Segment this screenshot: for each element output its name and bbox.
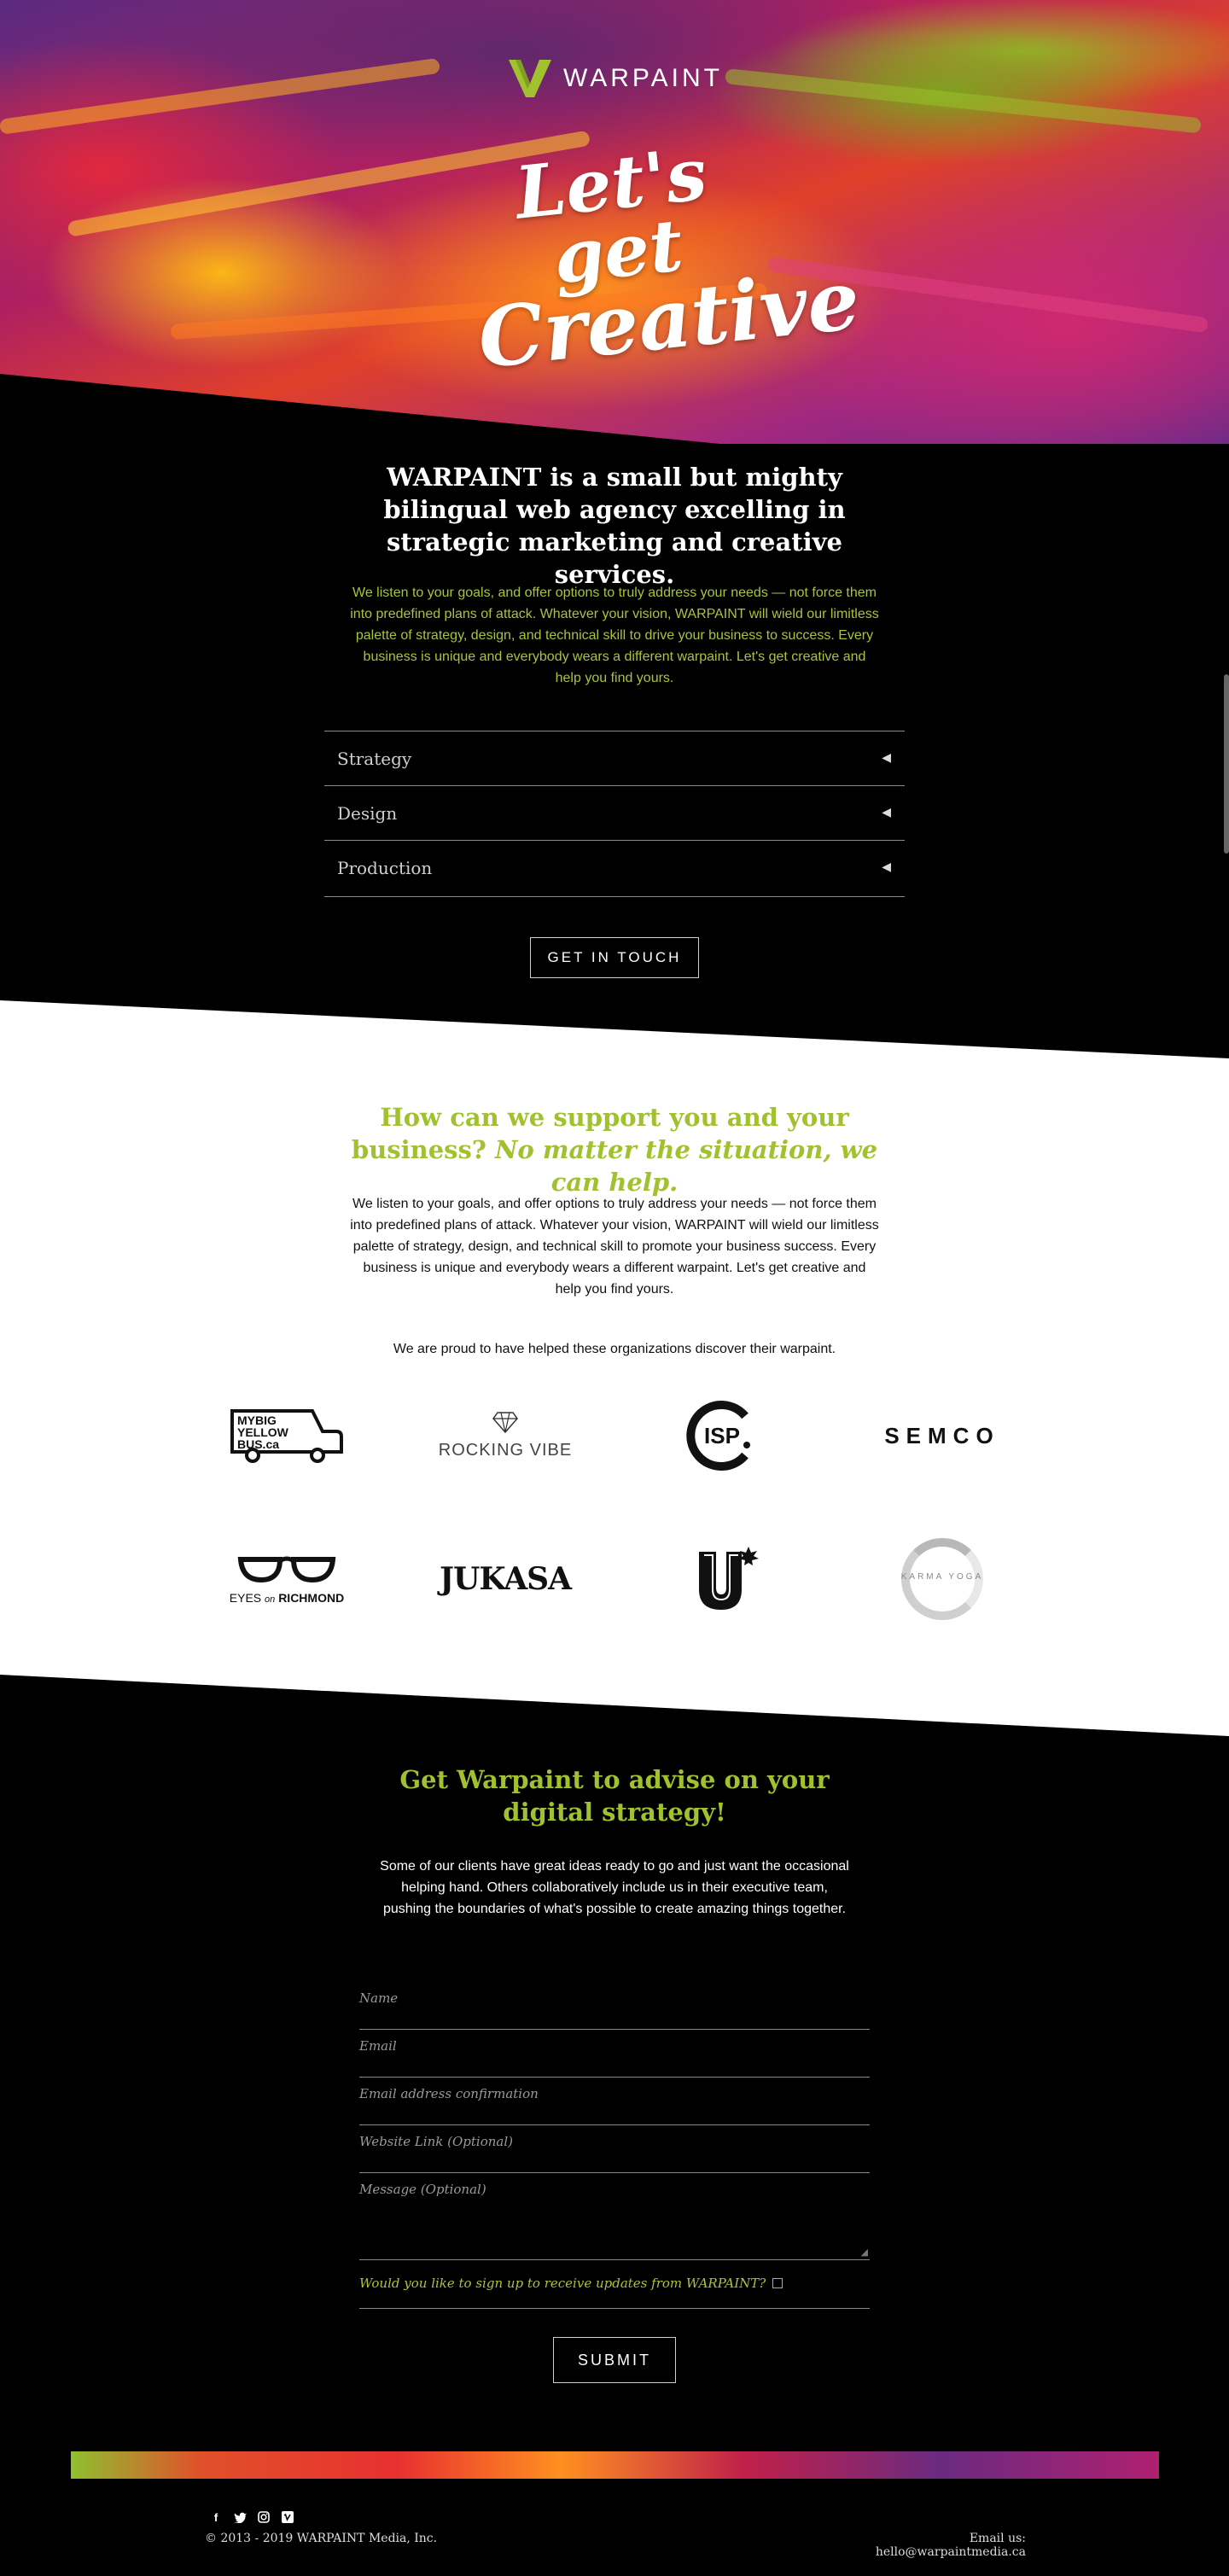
message-placeholder: Message (Optional) <box>359 2182 486 2197</box>
on-word: on <box>265 1594 276 1605</box>
name-placeholder: Name <box>359 1990 399 2006</box>
jukasa-text: JUKASA <box>439 1561 572 1597</box>
paint-streak <box>0 57 441 135</box>
richmond-word: RICHMOND <box>278 1590 345 1605</box>
vimeo-icon[interactable] <box>280 2509 295 2525</box>
logo-wordmark: WARPAINT <box>563 64 723 92</box>
get-in-touch-button[interactable]: GET IN TOUCH <box>530 937 699 978</box>
client-logo-mybigyellowbus: MYBIG YELLOW BUS.ca <box>210 1393 364 1478</box>
email-field[interactable]: Email <box>359 2030 870 2078</box>
accordion-label: Production <box>337 858 433 878</box>
bus-logo: MYBIG YELLOW BUS.ca <box>230 1409 343 1463</box>
website-field[interactable]: Website Link (Optional) <box>359 2125 870 2173</box>
diamond-logo <box>492 1412 518 1434</box>
client-logo-eyesonrichmond: EYES on RICHMOND <box>210 1536 364 1622</box>
triangle-left-icon: ◀ <box>882 750 891 764</box>
consent-checkbox[interactable] <box>772 2278 783 2288</box>
client-logo-rockingvibe: ROCKING VIBE <box>428 1393 582 1478</box>
accordion-strategy[interactable]: Strategy ◀ <box>324 731 905 785</box>
client-logo-isp: ISP <box>647 1393 801 1478</box>
footer-paint-strip <box>71 2451 1159 2479</box>
u-maple-logo <box>699 1547 759 1610</box>
accordion-production[interactable]: Production ◀ <box>324 840 905 895</box>
client-logo-semco: SEMCO <box>865 1393 1019 1478</box>
email-confirm-placeholder: Email address confirmation <box>359 2086 539 2101</box>
accordion-label: Strategy <box>337 749 412 769</box>
warpaint-v-icon <box>509 60 551 97</box>
submit-button[interactable]: SUBMIT <box>553 2337 676 2383</box>
message-field[interactable]: Message (Optional) ◢ <box>359 2173 870 2260</box>
karma-yoga-text: KARMA YOGA <box>900 1572 984 1582</box>
clients-intro: We are proud to have helped these organi… <box>393 1342 836 1356</box>
paint-streak <box>725 68 1202 134</box>
triangle-left-icon: ◀ <box>882 805 891 819</box>
consent-divider <box>359 2308 870 2309</box>
hero-banner: WARPAINT Let's get Creative <box>0 0 1229 444</box>
eyes-word: EYES <box>229 1590 262 1605</box>
email-placeholder: Email <box>359 2038 397 2054</box>
resize-handle-icon[interactable]: ◢ <box>861 2247 868 2258</box>
client-logo-karmayoga: KARMA YOGA <box>865 1536 1019 1622</box>
footer-copyright: © 2013 - 2019 WARPAINT Media, Inc. <box>205 2532 438 2545</box>
facebook-icon[interactable]: f <box>208 2509 224 2525</box>
accordion-label: Design <box>337 803 398 824</box>
svg-text:ISP: ISP <box>704 1423 740 1448</box>
contact-body: Some of our clients have great ideas rea… <box>380 1859 849 1916</box>
client-logo-jukasa: JUKASA <box>428 1536 582 1622</box>
contact-title: Get Warpaint to advise on your digital s… <box>399 1765 830 1827</box>
eyes-on-richmond-text: EYES on RICHMOND <box>230 1591 344 1605</box>
support-body: We listen to your goals, and offer optio… <box>350 1197 879 1297</box>
intro-title: WARPAINT is a small but mighty bilingual… <box>383 463 846 589</box>
twitter-icon[interactable] <box>232 2509 248 2525</box>
website-placeholder: Website Link (Optional) <box>359 2134 513 2149</box>
client-logo-u <box>647 1536 801 1622</box>
footer-email[interactable]: Email us: hello@warpaintmedia.ca <box>830 2532 1026 2559</box>
warpaint-logo[interactable]: WARPAINT <box>509 60 723 97</box>
accordion-divider <box>324 896 905 897</box>
glasses-logo <box>237 1556 336 1582</box>
social-links: f <box>208 2509 295 2525</box>
newsletter-consent: Would you like to sign up to receive upd… <box>359 2276 783 2291</box>
name-field[interactable]: Name <box>359 1982 870 2030</box>
triangle-left-icon: ◀ <box>882 860 891 873</box>
karma-yoga-logo: KARMA YOGA <box>901 1538 983 1620</box>
support-title-italic: No matter the situation, we can help. <box>494 1135 878 1197</box>
email-confirm-field[interactable]: Email address confirmation <box>359 2078 870 2125</box>
instagram-icon[interactable] <box>256 2509 271 2525</box>
hero-line-2: Creative <box>473 250 865 388</box>
rocking-vibe-text: ROCKING VIBE <box>438 1441 573 1460</box>
accordion-design[interactable]: Design ◀ <box>324 785 905 840</box>
isp-logo: ISP <box>686 1401 750 1471</box>
page-scrollbar[interactable] <box>1224 674 1229 854</box>
support-title: How can we support you and your business… <box>324 1101 905 1198</box>
consent-label: Would you like to sign up to receive upd… <box>359 2276 766 2291</box>
svg-text:BUS.ca: BUS.ca <box>237 1437 279 1451</box>
hero-headline: Let's get Creative <box>474 131 864 387</box>
semco-text: SEMCO <box>884 1422 1000 1448</box>
intro-body: We listen to your goals, and offer optio… <box>350 586 879 685</box>
